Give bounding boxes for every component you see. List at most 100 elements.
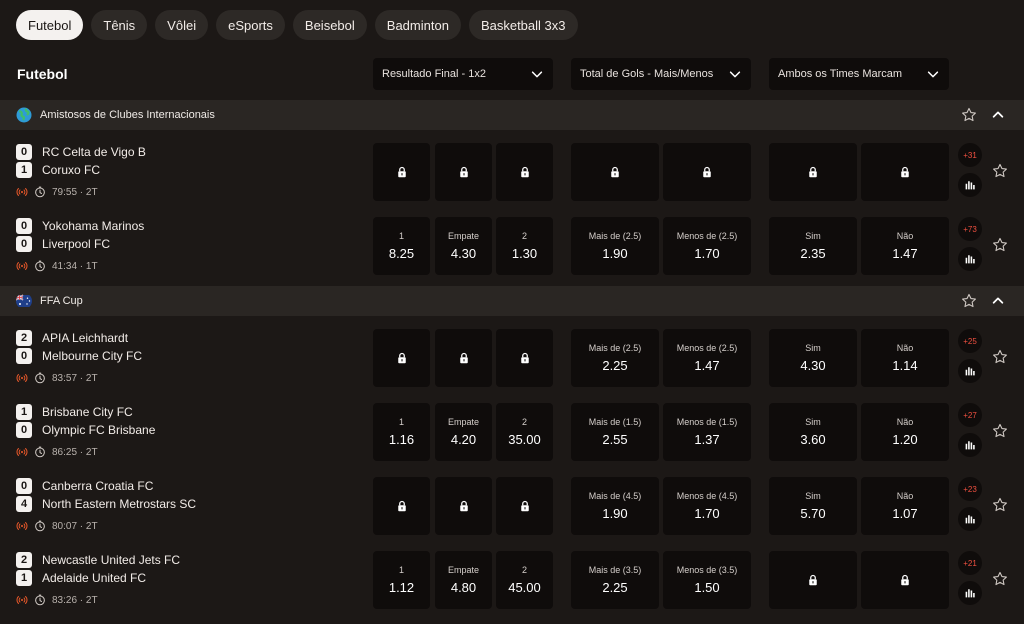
stats-button[interactable]	[958, 173, 982, 197]
team-home[interactable]: 0 RC Celta de Vigo B	[16, 144, 146, 160]
bar-chart-icon	[965, 589, 975, 598]
team-away[interactable]: 0 Olympic FC Brisbane	[16, 422, 155, 438]
market-select-label: Resultado Final - 1x2	[382, 68, 486, 80]
odd-button[interactable]: Empate 4.20	[435, 403, 492, 461]
market-select-label: Total de Gols - Mais/Menos	[580, 68, 714, 80]
match-status: 86:25 · 2T	[16, 446, 98, 458]
team-away[interactable]: 4 North Eastern Metrostars SC	[16, 496, 196, 512]
team-away[interactable]: 0 Liverpool FC	[16, 236, 110, 252]
odd-button[interactable]: Sim 2.35	[769, 217, 857, 275]
odd-button[interactable]: Não 1.14	[861, 329, 949, 387]
odd-button[interactable]: Mais de (1.5) 2.55	[571, 403, 659, 461]
star-icon[interactable]	[992, 237, 1008, 253]
more-markets-button[interactable]: +31	[958, 143, 982, 167]
tab-beisebol[interactable]: Beisebol	[292, 10, 367, 40]
team-home[interactable]: 1 Brisbane City FC	[16, 404, 133, 420]
odd-value: 35.00	[508, 432, 541, 447]
team-name: Adelaide United FC	[42, 571, 147, 585]
stats-button[interactable]	[958, 359, 982, 383]
lock-icon	[459, 166, 468, 178]
lock-icon	[520, 352, 529, 364]
tab-badminton[interactable]: Badminton	[374, 10, 461, 40]
odd-button[interactable]: 1 1.16	[373, 403, 430, 461]
tab-v-lei[interactable]: Vôlei	[155, 10, 209, 40]
chevron-up-icon[interactable]	[991, 108, 1005, 122]
odd-button[interactable]: Sim 5.70	[769, 477, 857, 535]
chevron-up-icon[interactable]	[991, 294, 1005, 308]
market-select-1x2[interactable]: Resultado Final - 1x2	[373, 58, 553, 90]
odd-value: 1.90	[602, 506, 628, 521]
odd-button[interactable]: Não 1.07	[861, 477, 949, 535]
odd-label: 1	[398, 417, 404, 427]
star-icon[interactable]	[961, 293, 977, 309]
bar-chart-icon	[965, 181, 975, 190]
market-select-btts[interactable]: Ambos os Times Marcam	[769, 58, 949, 90]
odd-button[interactable]: Mais de (2.5) 1.90	[571, 217, 659, 275]
star-icon[interactable]	[992, 571, 1008, 587]
match-clock: 41:34	[52, 260, 78, 272]
star-icon[interactable]	[961, 107, 977, 123]
team-home[interactable]: 2 Newcastle United Jets FC	[16, 552, 180, 568]
team-home[interactable]: 2 APIA Leichhardt	[16, 330, 128, 346]
tab-t-nis[interactable]: Tênis	[91, 10, 148, 40]
odd-button[interactable]: 2 35.00	[496, 403, 553, 461]
odd-label: 1	[398, 231, 404, 241]
star-icon[interactable]	[992, 349, 1008, 365]
tab-basketball-3x3[interactable]: Basketball 3x3	[468, 10, 578, 40]
team-home[interactable]: 0 Canberra Croatia FC	[16, 478, 153, 494]
more-markets-button[interactable]: +21	[958, 551, 982, 575]
chevron-down-icon	[531, 71, 543, 78]
tab-futebol[interactable]: Futebol	[16, 10, 84, 40]
more-markets-button[interactable]: +73	[958, 217, 982, 241]
odd-button[interactable]: Menos de (3.5) 1.50	[663, 551, 751, 609]
score-away: 1	[16, 570, 32, 586]
odd-button[interactable]: Empate 4.80	[435, 551, 492, 609]
team-name: Newcastle United Jets FC	[42, 553, 181, 567]
odd-label: Não	[896, 491, 914, 501]
clock-icon	[35, 372, 45, 384]
odd-button[interactable]: Menos de (4.5) 1.70	[663, 477, 751, 535]
odd-button[interactable]: 2 45.00	[496, 551, 553, 609]
match-period: 2T	[85, 372, 98, 384]
team-home[interactable]: 0 Yokohama Marinos	[16, 218, 144, 234]
match-clock: 83:57	[52, 372, 78, 384]
match-status: 80:07 · 2T	[16, 520, 98, 532]
odd-button[interactable]: 1 8.25	[373, 217, 430, 275]
odd-button[interactable]: 1 1.12	[373, 551, 430, 609]
odd-button[interactable]: Sim 4.30	[769, 329, 857, 387]
lock-icon	[703, 166, 711, 178]
more-markets-button[interactable]: +27	[958, 403, 982, 427]
odd-button[interactable]: Menos de (2.5) 1.70	[663, 217, 751, 275]
more-markets-button[interactable]: +25	[958, 329, 982, 353]
tab-esports[interactable]: eSports	[216, 10, 285, 40]
match-row: 0 RC Celta de Vigo B 1 Coruxo FC 79:55 · 2T +…	[0, 141, 1024, 215]
odd-locked	[571, 143, 659, 201]
odd-button[interactable]: Menos de (2.5) 1.47	[663, 329, 751, 387]
match-period: 2T	[85, 594, 98, 606]
odd-button[interactable]: Empate 4.30	[435, 217, 492, 275]
star-icon[interactable]	[992, 497, 1008, 513]
market-select-total-goals[interactable]: Total de Gols - Mais/Menos	[571, 58, 751, 90]
star-icon[interactable]	[992, 163, 1008, 179]
lock-icon	[611, 166, 619, 178]
stats-button[interactable]	[958, 581, 982, 605]
odd-button[interactable]: Sim 3.60	[769, 403, 857, 461]
team-away[interactable]: 1 Adelaide United FC	[16, 570, 146, 586]
odd-button[interactable]: 2 1.30	[496, 217, 553, 275]
team-name: Olympic FC Brisbane	[42, 423, 156, 437]
star-icon[interactable]	[992, 423, 1008, 439]
odd-button[interactable]: Mais de (4.5) 1.90	[571, 477, 659, 535]
odd-button[interactable]: Não 1.47	[861, 217, 949, 275]
team-away[interactable]: 0 Melbourne City FC	[16, 348, 142, 364]
odd-button[interactable]: Mais de (2.5) 2.25	[571, 329, 659, 387]
more-markets-button[interactable]: +23	[958, 477, 982, 501]
stats-button[interactable]	[958, 507, 982, 531]
odd-button[interactable]: Mais de (3.5) 2.25	[571, 551, 659, 609]
odd-button[interactable]: Menos de (1.5) 1.37	[663, 403, 751, 461]
odd-button[interactable]: Não 1.20	[861, 403, 949, 461]
stats-button[interactable]	[958, 247, 982, 271]
team-away[interactable]: 1 Coruxo FC	[16, 162, 100, 178]
team-name: Liverpool FC	[42, 237, 111, 251]
stats-button[interactable]	[958, 433, 982, 457]
odd-label: Empate	[447, 231, 480, 241]
